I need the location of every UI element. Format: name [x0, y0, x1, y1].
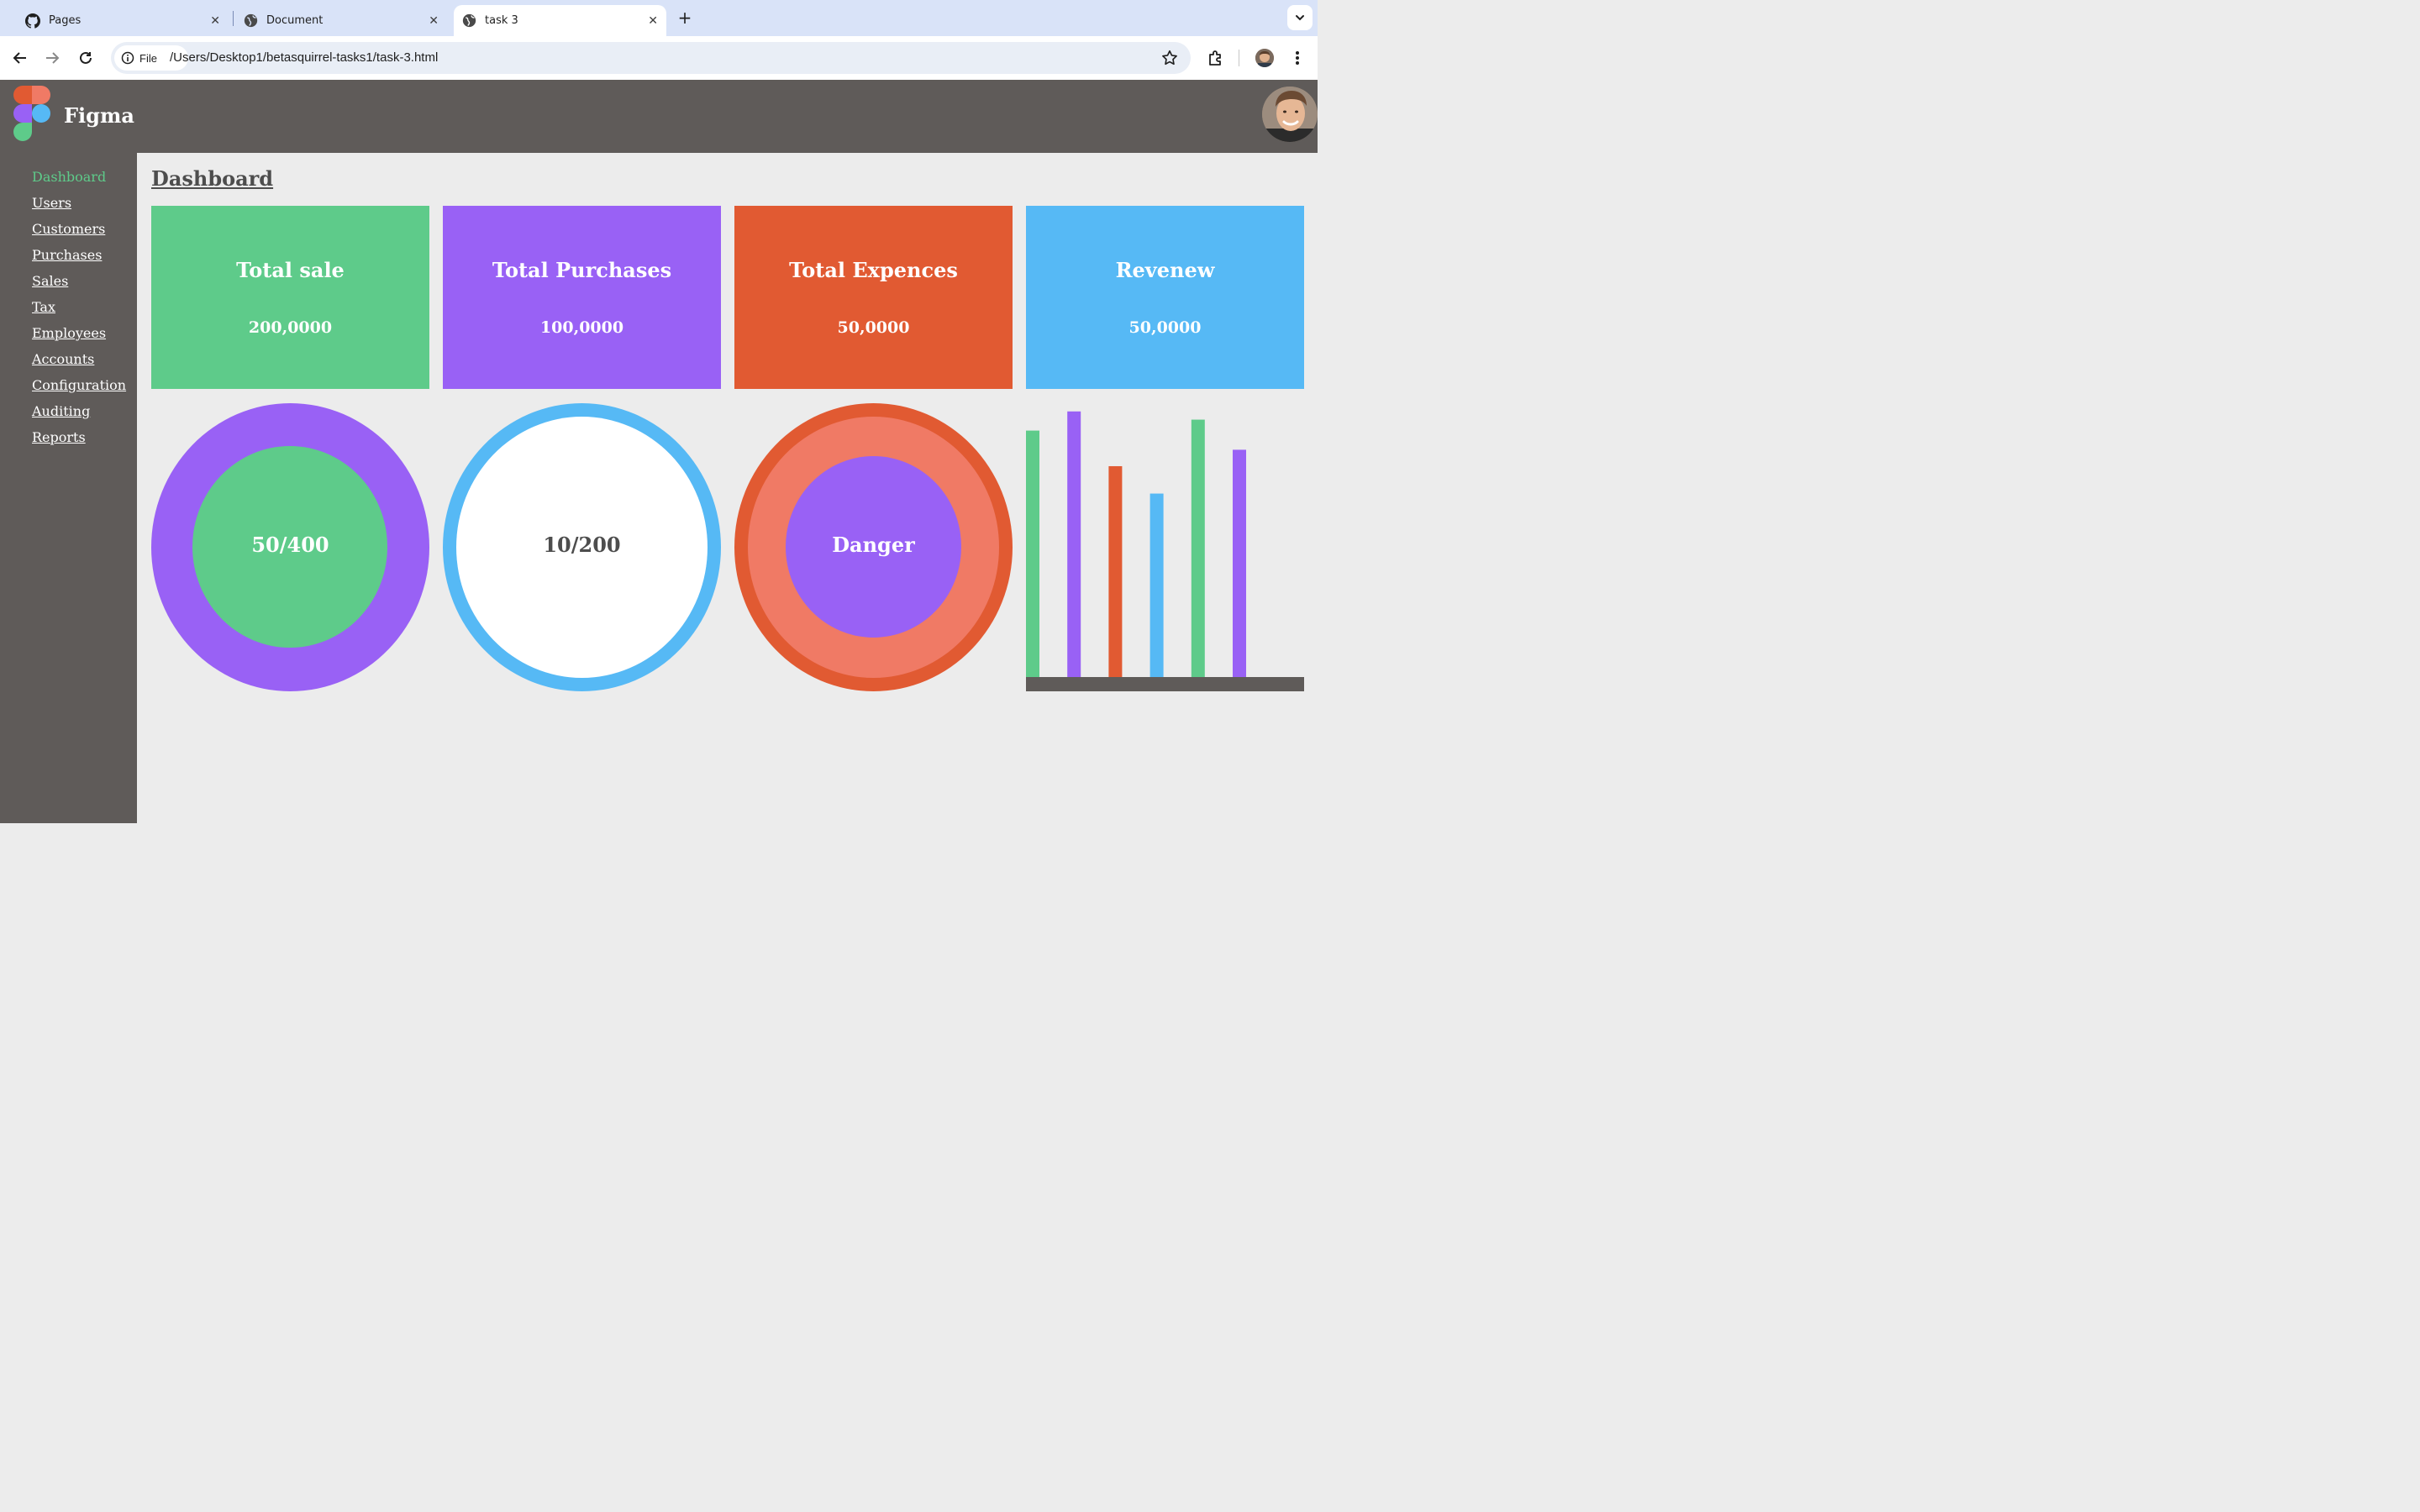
back-button[interactable]	[10, 48, 30, 68]
profile-avatar[interactable]	[1255, 49, 1274, 67]
globe-icon	[244, 13, 258, 28]
bar	[1191, 419, 1205, 677]
sidebar-item-accounts[interactable]: Accounts	[32, 351, 94, 367]
forward-button[interactable]	[42, 48, 62, 68]
bar	[1150, 493, 1164, 677]
tab-task-3[interactable]: task 3 ✕	[454, 5, 666, 36]
sidebar-item-reports[interactable]: Reports	[32, 429, 86, 445]
arrow-left-icon	[13, 52, 26, 64]
ring-label: 10/200	[543, 533, 621, 557]
card-value: 50,0000	[837, 318, 910, 337]
ring-label: Danger	[832, 533, 915, 557]
stat-card-total-sale: Total sale 200,0000	[151, 206, 429, 389]
reload-icon	[80, 51, 92, 64]
brand-name: Figma	[64, 103, 134, 128]
bookmark-star-icon[interactable]	[1160, 49, 1179, 67]
bar	[1026, 430, 1039, 677]
kebab-menu-icon[interactable]	[1291, 49, 1304, 67]
address-bar[interactable]: File /Users/Desktop1/betasquirrel-tasks1…	[111, 42, 1191, 74]
bar	[1067, 411, 1081, 677]
sidebar-item-configuration[interactable]: Configuration	[32, 377, 126, 393]
globe-icon	[462, 13, 476, 28]
extensions-icon[interactable]	[1207, 49, 1225, 67]
card-value: 200,0000	[248, 318, 333, 337]
tab-document[interactable]: Document ✕	[237, 5, 447, 36]
bar-chart	[1026, 411, 1304, 691]
sidebar: Dashboard Users Customers Purchases Sale…	[0, 153, 137, 823]
tab-title: task 3	[485, 14, 518, 27]
sidebar-item-sales[interactable]: Sales	[32, 273, 68, 289]
card-title: Revenew	[1115, 258, 1215, 282]
tab-pages[interactable]: Pages ✕	[18, 5, 229, 36]
close-icon[interactable]: ✕	[210, 14, 220, 28]
stat-card-revenew: Revenew 50,0000	[1026, 206, 1304, 389]
bar	[1233, 449, 1246, 677]
app-header: Figma	[0, 80, 1318, 153]
site-info-label: File	[139, 51, 157, 65]
sidebar-item-dashboard[interactable]: Dashboard	[32, 169, 106, 185]
sidebar-item-users[interactable]: Users	[32, 195, 71, 211]
new-tab-icon[interactable]: +	[676, 8, 694, 27]
stat-card-total-purchases: Total Purchases 100,0000	[443, 206, 721, 389]
tab-separator	[233, 11, 234, 26]
tab-title: Document	[266, 14, 324, 27]
card-value: 100,0000	[539, 318, 624, 337]
stat-card-total-expences: Total Expences 50,0000	[734, 206, 1013, 389]
card-title: Total sale	[236, 258, 345, 282]
bar	[1108, 465, 1123, 677]
tab-search-button[interactable]	[1287, 5, 1313, 30]
browser-tab-strip: Pages ✕ Document ✕ task 3 ✕ +	[0, 0, 1318, 36]
card-value: 50,0000	[1128, 318, 1202, 337]
sidebar-item-employees[interactable]: Employees	[32, 325, 106, 341]
github-icon	[25, 13, 40, 29]
user-avatar[interactable]	[1262, 87, 1318, 142]
arrow-right-icon	[46, 52, 60, 64]
page-title: Dashboard	[151, 166, 274, 191]
url-text[interactable]: /Users/Desktop1/betasquirrel-tasks1/task…	[170, 50, 438, 65]
sidebar-item-auditing[interactable]: Auditing	[32, 403, 90, 419]
info-icon	[121, 51, 134, 65]
close-icon[interactable]: ✕	[648, 14, 658, 28]
card-title: Total Purchases	[492, 258, 672, 282]
browser-toolbar: File /Users/Desktop1/betasquirrel-tasks1…	[0, 36, 1318, 80]
chevron-down-icon	[1296, 15, 1304, 21]
sidebar-item-tax[interactable]: Tax	[32, 299, 55, 315]
figma-logo-icon	[13, 86, 50, 141]
tab-title: Pages	[49, 14, 82, 27]
user-photo-icon	[1262, 87, 1318, 142]
chart-baseline	[1026, 677, 1304, 691]
close-icon[interactable]: ✕	[429, 14, 439, 28]
reload-button[interactable]	[76, 48, 96, 68]
card-title: Total Expences	[789, 258, 958, 282]
sidebar-item-customers[interactable]: Customers	[32, 221, 105, 237]
user-photo-icon	[1255, 49, 1274, 67]
sidebar-item-purchases[interactable]: Purchases	[32, 247, 102, 263]
ring-label: 50/400	[251, 533, 329, 557]
